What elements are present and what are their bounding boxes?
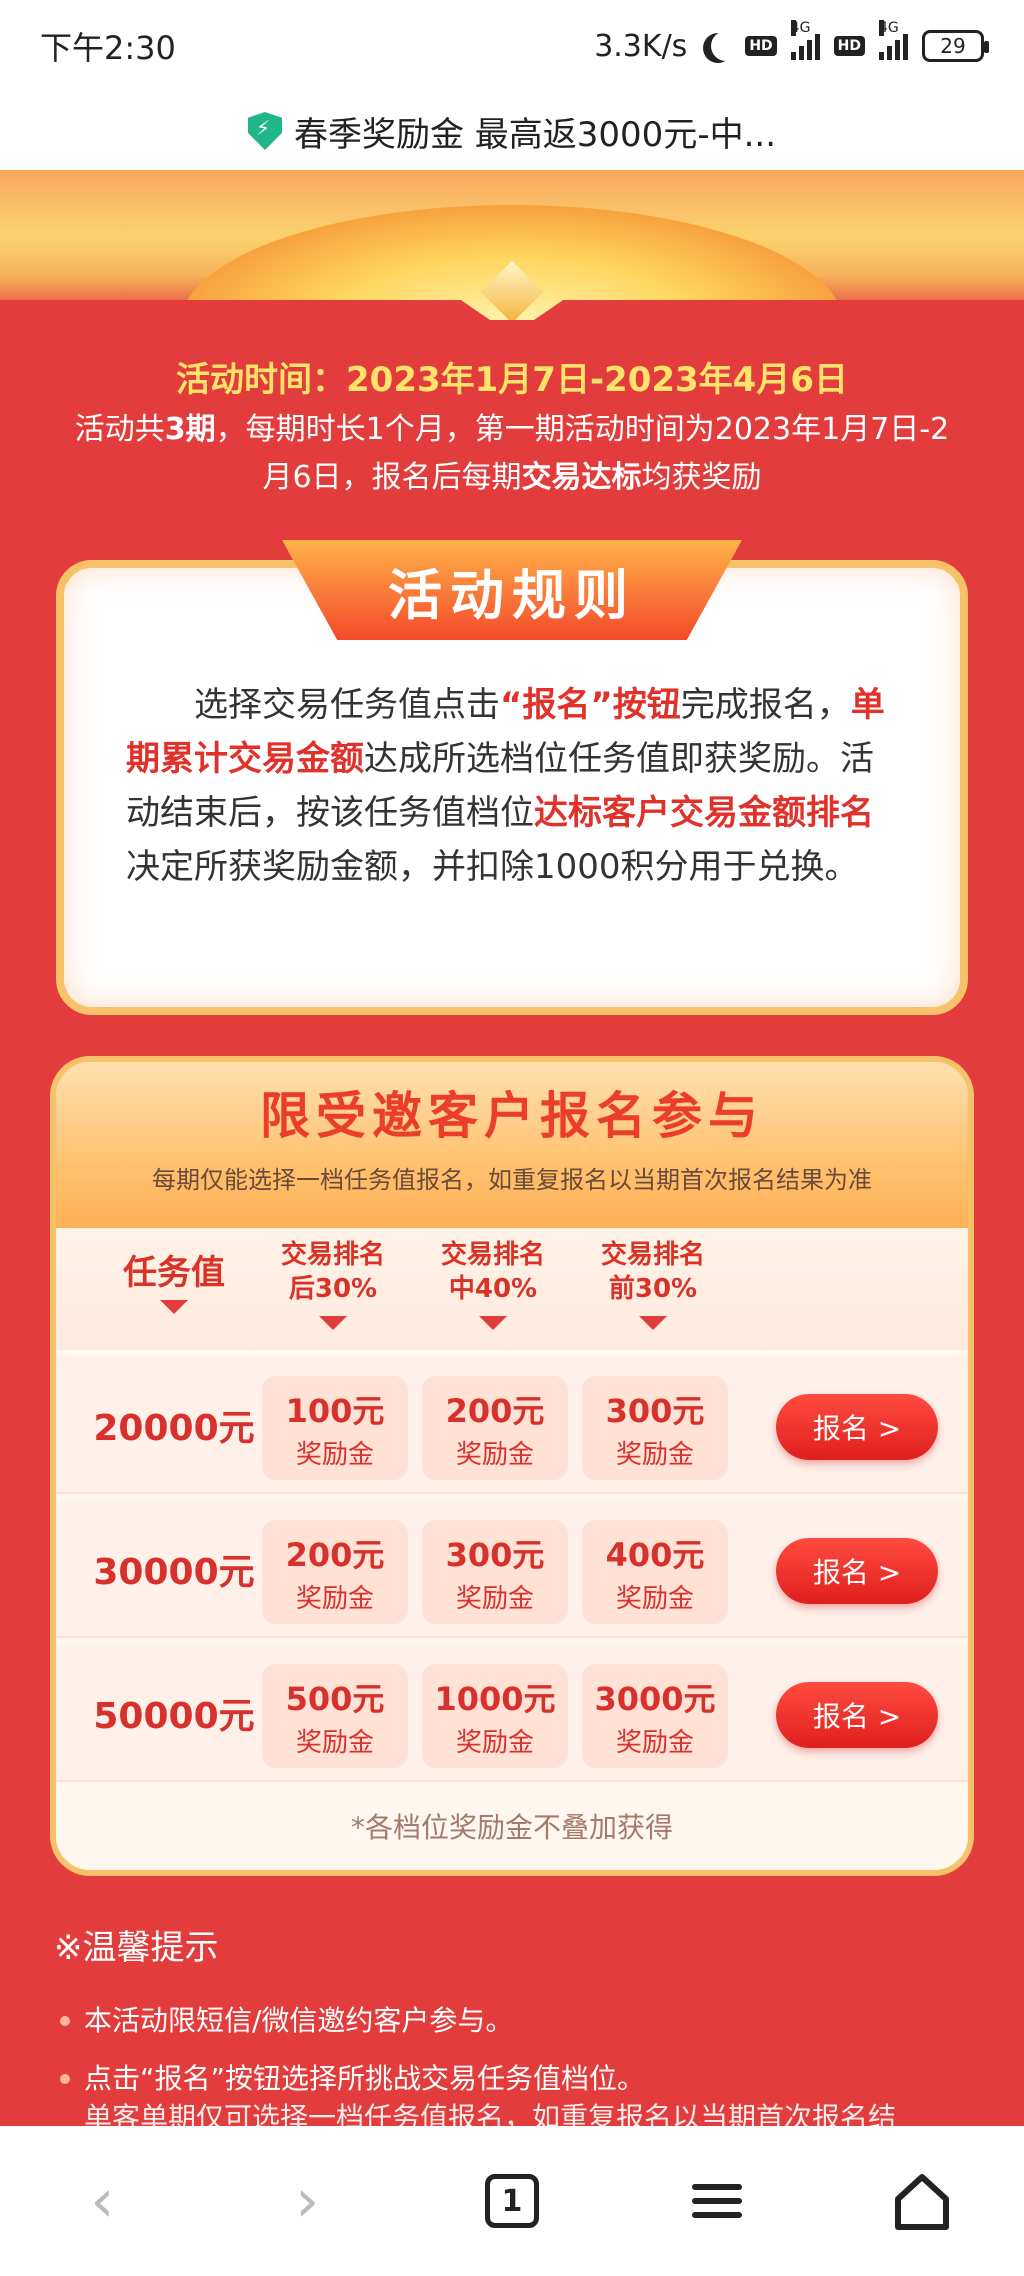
- menu-icon[interactable]: [677, 2161, 757, 2241]
- network-type-label: 4G: [879, 20, 899, 36]
- col-task-header: 任务值: [84, 1256, 264, 1314]
- reward-cell: 500元 奖励金: [262, 1664, 408, 1768]
- tips-title: ※温馨提示: [54, 1928, 219, 1968]
- battery-icon: 29: [922, 30, 989, 62]
- table-row: 20000元 100元 奖励金 200元 奖励金 300元 奖励金 报名 >: [56, 1356, 968, 1494]
- table-row: 30000元 200元 奖励金 300元 奖励金 400元 奖励金 报名 >: [56, 1500, 968, 1638]
- rules-title: 活动规则: [282, 540, 742, 640]
- network-type-label: 4G: [790, 20, 811, 36]
- table-row: 50000元 500元 奖励金 1000元 奖励金 3000元 奖励金 报名 >: [56, 1644, 968, 1782]
- reward-cell: 400元 奖励金: [582, 1520, 728, 1624]
- table-header: 任务值 交易排名 后30% 交易排名 中40% 交易排名 前30%: [56, 1228, 968, 1350]
- page-title: 春季奖励金 最高返3000元-中...: [293, 114, 777, 155]
- network-speed: 3.3K/s: [594, 28, 688, 64]
- signal-icon: 4G: [790, 20, 820, 60]
- reward-cell: 100元 奖励金: [262, 1376, 408, 1480]
- page-title-bar: 春季奖励金 最高返3000元-中...: [0, 92, 1024, 170]
- list-item: 本活动限短信/微信邀约客户参与。: [60, 1992, 980, 2050]
- col-rank-mid-header: 交易排名 中40%: [420, 1238, 566, 1330]
- down-triangle-icon: [319, 1316, 347, 1330]
- hero-banner: [0, 170, 1024, 320]
- signal-icon: 4G: [879, 20, 908, 60]
- activity-description: 活动共3期，每期时长1个月，第一期活动时间为2023年1月7日-2月6日，报名后…: [74, 412, 950, 495]
- back-icon[interactable]: ‹: [62, 2161, 142, 2241]
- tabs-count: 1: [484, 2174, 539, 2228]
- col-rank-low-header: 交易排名 后30%: [260, 1238, 406, 1330]
- task-amount: 30000元: [93, 1552, 255, 1593]
- down-triangle-icon: [479, 1316, 507, 1330]
- reward-cell: 3000元 奖励金: [582, 1664, 728, 1768]
- down-triangle-icon: [160, 1300, 188, 1314]
- home-icon[interactable]: [882, 2161, 962, 2241]
- shield-icon: [247, 112, 282, 150]
- do-not-disturb-icon: [711, 31, 741, 61]
- forward-icon[interactable]: ›: [267, 2161, 347, 2241]
- bottom-navigation: ‹ › 1: [0, 2126, 1024, 2276]
- status-bar: 下午2:30 3.3K/s HD 4G HD 4G 29: [0, 0, 1024, 92]
- reward-cell: 300元 奖励金: [582, 1376, 728, 1480]
- invite-title: 限受邀客户报名参与: [260, 1087, 764, 1145]
- down-triangle-icon: [639, 1316, 667, 1330]
- status-icons: 3.3K/s HD 4G HD 4G 29: [594, 20, 989, 64]
- signup-button[interactable]: 报名 >: [776, 1538, 938, 1604]
- reward-cell: 200元 奖励金: [422, 1376, 568, 1480]
- task-amount: 50000元: [93, 1696, 255, 1737]
- reward-cell: 200元 奖励金: [262, 1520, 408, 1624]
- hd-badge: HD: [745, 36, 777, 56]
- tips-list: 本活动限短信/微信邀约客户参与。 点击“报名”按钮选择所挑战交易任务值档位。: [60, 1992, 980, 2108]
- status-time: 下午2:30: [40, 29, 176, 67]
- reward-cell: 1000元 奖励金: [422, 1664, 568, 1768]
- task-amount: 20000元: [93, 1408, 255, 1449]
- rules-text: 选择交易任务值点击“报名”按钮完成报名，单期累计交易金额达成所选档位任务值即获奖…: [126, 685, 885, 887]
- signup-button[interactable]: 报名 >: [776, 1394, 938, 1460]
- signup-button[interactable]: 报名 >: [776, 1682, 938, 1748]
- invite-subtitle: 每期仅能选择一档任务值报名，如重复报名以当期首次报名结果为准: [152, 1166, 872, 1194]
- reward-note: *各档位奖励金不叠加获得: [350, 1811, 673, 1844]
- tabs-button[interactable]: 1: [472, 2161, 552, 2241]
- activity-time: 活动时间：2023年1月7日-2023年4月6日: [176, 360, 848, 400]
- hd-badge: HD: [833, 36, 865, 56]
- reward-cell: 300元 奖励金: [422, 1520, 568, 1624]
- col-rank-top-header: 交易排名 前30%: [580, 1238, 726, 1330]
